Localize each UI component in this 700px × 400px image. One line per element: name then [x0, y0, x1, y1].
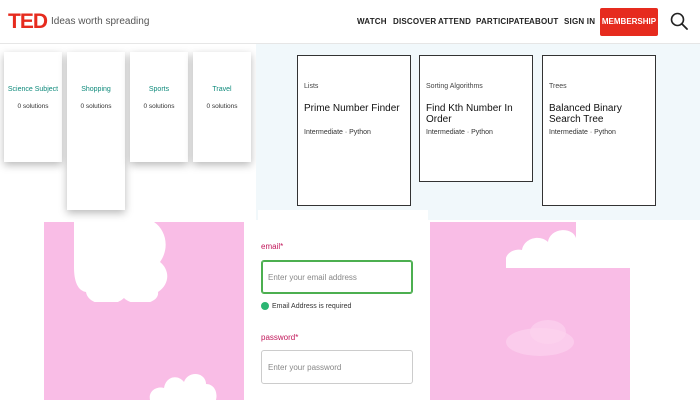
category-name: Travel: [212, 86, 232, 93]
category-count: 0 solutions: [80, 103, 112, 110]
problem-card-prime[interactable]: Lists Prime Number Finder Intermediate ·…: [297, 55, 411, 206]
membership-button[interactable]: MEMBERSHIP: [600, 8, 658, 36]
status-dot-icon: [261, 302, 269, 310]
password-label: password*: [261, 333, 299, 342]
email-field[interactable]: [261, 260, 413, 294]
nav-about[interactable]: ABOUT: [529, 17, 558, 26]
cloud-icon: [506, 222, 630, 268]
email-error-text: Email Address is required: [272, 302, 352, 310]
tagline: Ideas worth spreading: [51, 16, 150, 27]
cloud-icon: [74, 222, 168, 302]
problem-topic: Lists: [304, 83, 319, 90]
cloud-icon: [506, 320, 574, 356]
page: TED Ideas worth spreading WATCH DISCOVER…: [0, 0, 700, 400]
nav-discover[interactable]: DISCOVER: [393, 17, 436, 26]
email-error: Email Address is required: [261, 302, 351, 310]
problem-meta: Intermediate · Python: [426, 129, 493, 136]
nav-watch[interactable]: WATCH: [357, 17, 387, 26]
problem-meta: Intermediate · Python: [304, 129, 371, 136]
search-icon[interactable]: [670, 12, 688, 30]
password-field[interactable]: [261, 350, 413, 384]
problem-topic: Sorting Algorithms: [426, 83, 483, 90]
problem-title: Prime Number Finder: [304, 103, 400, 114]
category-count: 0 solutions: [206, 103, 238, 110]
category-card-travel[interactable]: Travel 0 solutions: [193, 52, 251, 162]
problem-card-kth[interactable]: Sorting Algorithms Find Kth Number In Or…: [419, 55, 533, 182]
ted-logo[interactable]: TED: [8, 10, 48, 34]
problem-title: Balanced Binary Search Tree: [549, 103, 622, 125]
form-heading-strip: [258, 210, 428, 222]
decorative-sky-left: [44, 222, 244, 400]
problem-card-bst[interactable]: Trees Balanced Binary Search Tree Interm…: [542, 55, 656, 206]
category-card-science[interactable]: Science Subject 0 solutions: [4, 52, 62, 162]
category-name: Shopping: [81, 86, 111, 93]
nav-participate[interactable]: PARTICIPATE: [476, 17, 530, 26]
problem-title: Find Kth Number In Order: [426, 103, 513, 125]
category-name: Sports: [148, 86, 170, 93]
cloud-icon: [149, 373, 217, 400]
problem-topic: Trees: [549, 83, 567, 90]
category-count: 0 solutions: [143, 103, 175, 110]
nav-attend[interactable]: ATTEND: [438, 17, 471, 26]
category-name: Science Subject: [7, 86, 59, 93]
category-card-shopping[interactable]: Shopping 0 solutions: [67, 52, 125, 210]
nav-sign-in[interactable]: SIGN IN: [564, 17, 595, 26]
email-label: email*: [261, 242, 284, 251]
category-card-sports[interactable]: Sports 0 solutions: [130, 52, 188, 162]
problem-meta: Intermediate · Python: [549, 129, 616, 136]
decorative-sky-right: [430, 222, 630, 400]
problems-panel: Lists Prime Number Finder Intermediate ·…: [256, 44, 700, 220]
top-header: TED Ideas worth spreading WATCH DISCOVER…: [0, 0, 700, 44]
category-count: 0 solutions: [17, 103, 49, 110]
